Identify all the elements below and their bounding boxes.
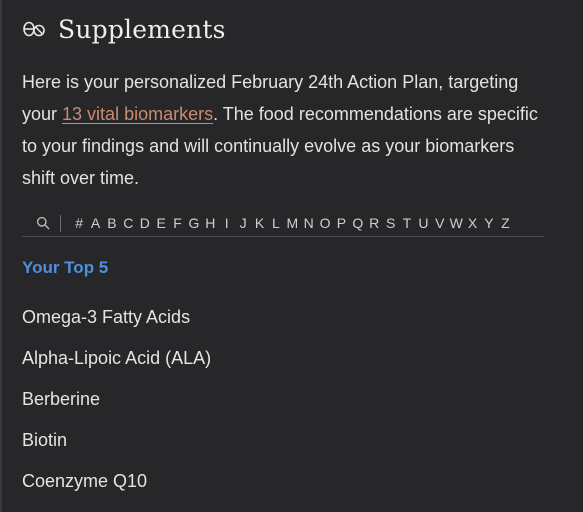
alphabet-letter[interactable]: N	[300, 215, 316, 231]
alphabet-letter[interactable]: W	[448, 215, 464, 231]
search-icon[interactable]	[36, 216, 50, 230]
alphabet-letter[interactable]: L	[268, 215, 284, 231]
nav-divider	[60, 214, 61, 232]
alphabet-letter[interactable]: G	[186, 215, 202, 231]
alphabet-letter[interactable]: O	[317, 215, 333, 231]
left-border	[0, 0, 2, 512]
list-item[interactable]: Biotin	[22, 427, 211, 468]
alphabet-letter[interactable]: S	[382, 215, 398, 231]
alphabet-letter[interactable]: J	[235, 215, 251, 231]
alphabet-letter[interactable]: P	[333, 215, 349, 231]
alphabet-letter[interactable]: C	[120, 215, 136, 231]
alphabet-letter[interactable]: R	[366, 215, 382, 231]
page-header: Supplements	[22, 12, 226, 46]
alphabet-letter[interactable]: I	[219, 215, 235, 231]
alphabet-letter[interactable]: Y	[481, 215, 497, 231]
pills-icon	[22, 19, 46, 39]
alphabet-letter[interactable]: F	[169, 215, 185, 231]
alphabet-letter[interactable]: H	[202, 215, 218, 231]
alphabet-letter[interactable]: #	[71, 215, 87, 231]
alphabet-letter[interactable]: Z	[497, 215, 513, 231]
intro-paragraph: Here is your personalized February 24th …	[22, 66, 542, 194]
alphabet-letter[interactable]: U	[415, 215, 431, 231]
alphabet-letter[interactable]: M	[284, 215, 300, 231]
alphabet-letter[interactable]: E	[153, 215, 169, 231]
alphabet-letter[interactable]: D	[137, 215, 153, 231]
top-section-title: Your Top 5	[22, 258, 109, 277]
alphabet-letter[interactable]: V	[432, 215, 448, 231]
list-item[interactable]: Alpha-Lipoic Acid (ALA)	[22, 345, 211, 386]
page-title: Supplements	[58, 14, 226, 44]
alphabet-letter[interactable]: X	[464, 215, 480, 231]
list-item[interactable]: Berberine	[22, 386, 211, 427]
alphabet-letter[interactable]: T	[399, 215, 415, 231]
list-item[interactable]: Coenzyme Q10	[22, 468, 211, 509]
alphabet-letter[interactable]: B	[104, 215, 120, 231]
alphabet-letters: # A B C D E F G H I J K L M N O P Q R S T U V W X Y Z	[71, 215, 514, 231]
alphabet-letter[interactable]: Q	[350, 215, 366, 231]
top-supplements-list: Omega-3 Fatty Acids Alpha-Lipoic Acid (AL…	[22, 304, 211, 509]
list-item[interactable]: Omega-3 Fatty Acids	[22, 304, 211, 345]
biomarkers-link[interactable]: 13 vital biomarkers	[62, 104, 213, 124]
alphabet-letter[interactable]: A	[87, 215, 103, 231]
alphabet-nav: # A B C D E F G H I J K L M N O P Q R S T U V W X Y Z	[22, 210, 544, 237]
alphabet-letter[interactable]: K	[251, 215, 267, 231]
